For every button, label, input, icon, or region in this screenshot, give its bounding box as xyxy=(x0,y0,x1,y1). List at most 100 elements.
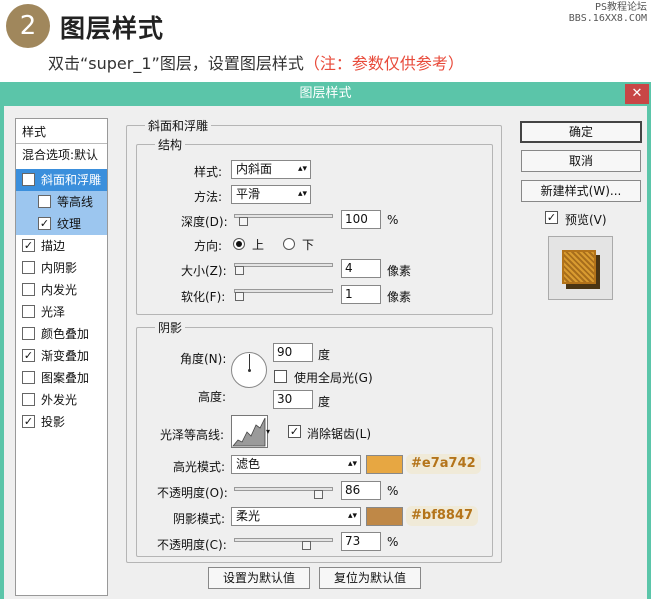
contour-dropdown-icon[interactable]: ▾ xyxy=(266,427,270,436)
style-item-color-overlay[interactable]: 颜色叠加 xyxy=(16,323,107,345)
style-item-outer-glow[interactable]: 外发光 xyxy=(16,389,107,411)
checkbox-unchecked[interactable] xyxy=(22,261,35,274)
checkbox-unchecked[interactable] xyxy=(22,371,35,384)
antialias-label: 消除锯齿(L) xyxy=(307,427,372,441)
structure-title: 结构 xyxy=(155,136,186,153)
style-item-label: 渐变叠加 xyxy=(41,349,90,363)
highlight-mode-label: 高光模式: xyxy=(173,460,226,474)
shadow-color-swatch[interactable] xyxy=(366,507,403,526)
style-item-label: 颜色叠加 xyxy=(41,327,90,341)
make-default-button[interactable]: 设置为默认值 xyxy=(208,567,310,589)
gloss-contour-label: 光泽等高线: xyxy=(160,428,225,442)
highlight-mode-dropdown[interactable]: 滤色 ▴▾ xyxy=(231,455,361,474)
altitude-unit: 度 xyxy=(318,395,331,409)
size-input[interactable]: 4 xyxy=(341,259,381,278)
checkbox-checked[interactable]: ✓ xyxy=(22,239,35,252)
close-button[interactable]: ✕ xyxy=(625,84,649,104)
style-dropdown[interactable]: 内斜面 ▴▾ xyxy=(231,160,311,179)
style-label: 样式: xyxy=(194,165,223,179)
shadow-opacity-unit: % xyxy=(387,535,399,549)
checkbox-unchecked[interactable] xyxy=(22,327,35,340)
shading-title: 阴影 xyxy=(155,319,186,336)
shadow-opacity-handle[interactable] xyxy=(302,541,311,550)
antialias-checkbox[interactable]: ✓ xyxy=(288,425,301,438)
styles-heading[interactable]: 样式 xyxy=(16,121,107,143)
style-item-bevel-emboss[interactable]: ✓ 斜面和浮雕 xyxy=(16,169,107,191)
angle-dial-needle xyxy=(249,354,250,370)
shadow-mode-dropdown[interactable]: 柔光 ▴▾ xyxy=(231,507,361,526)
checkbox-unchecked[interactable] xyxy=(38,195,51,208)
depth-slider-track[interactable] xyxy=(234,214,333,218)
highlight-hex-tag: #e7a742 xyxy=(406,454,481,474)
cancel-button[interactable]: 取消 xyxy=(521,150,641,172)
step-description-main: 双击“super_1”图层，设置图层样式 xyxy=(48,54,304,73)
checkbox-checked[interactable]: ✓ xyxy=(22,349,35,362)
highlight-opacity-input[interactable]: 86 xyxy=(341,481,381,500)
direction-label: 方向: xyxy=(194,239,223,253)
shadow-opacity-label: 不透明度(C): xyxy=(157,538,227,552)
step-description: 双击“super_1”图层，设置图层样式（注：参数仅供参考） xyxy=(48,50,464,74)
checkbox-unchecked[interactable] xyxy=(22,393,35,406)
style-item-label: 斜面和浮雕 xyxy=(41,173,102,187)
shadow-opacity-track[interactable] xyxy=(234,538,333,542)
size-slider-handle[interactable] xyxy=(235,266,244,275)
depth-input[interactable]: 100 xyxy=(341,210,381,229)
method-dropdown[interactable]: 平滑 ▴▾ xyxy=(231,185,311,204)
direction-up-radio[interactable] xyxy=(233,238,245,250)
checkbox-unchecked[interactable] xyxy=(22,305,35,318)
direction-down-radio[interactable] xyxy=(283,238,295,250)
depth-slider-handle[interactable] xyxy=(239,217,248,226)
global-light-checkbox[interactable] xyxy=(274,370,287,383)
style-item-label: 描边 xyxy=(41,239,66,253)
highlight-opacity-label: 不透明度(O): xyxy=(157,486,228,500)
checkbox-checked[interactable]: ✓ xyxy=(22,173,35,186)
style-item-texture[interactable]: ✓ 纹理 xyxy=(16,213,107,235)
angle-unit: 度 xyxy=(318,348,331,362)
checkbox-unchecked[interactable] xyxy=(22,283,35,296)
altitude-input[interactable]: 30 xyxy=(273,390,313,409)
size-unit: 像素 xyxy=(387,264,412,278)
reset-default-button[interactable]: 复位为默认值 xyxy=(319,567,421,589)
gloss-contour-preview[interactable] xyxy=(231,415,268,448)
highlight-color-swatch[interactable] xyxy=(366,455,403,474)
soften-unit: 像素 xyxy=(387,290,412,304)
soften-input[interactable]: 1 xyxy=(341,285,381,304)
style-item-contour[interactable]: 等高线 xyxy=(16,191,107,213)
style-item-label: 等高线 xyxy=(57,195,94,209)
style-item-label: 内阴影 xyxy=(41,261,78,275)
style-item-drop-shadow[interactable]: ✓ 投影 xyxy=(16,411,107,433)
soften-label: 软化(F): xyxy=(181,290,226,304)
style-item-gradient-overlay[interactable]: ✓ 渐变叠加 xyxy=(16,345,107,367)
new-style-button[interactable]: 新建样式(W)... xyxy=(521,180,641,202)
blend-options-item[interactable]: 混合选项:默认 xyxy=(16,144,107,166)
watermark-line-1: PS教程论坛 xyxy=(594,2,647,13)
preview-swatch xyxy=(562,250,596,284)
styles-list: 样式 混合选项:默认 ✓ 斜面和浮雕 等高线 ✓ 纹理 ✓ 描边 内阴影 内发光… xyxy=(15,118,108,596)
checkbox-checked[interactable]: ✓ xyxy=(22,415,35,428)
preview-checkbox[interactable]: ✓ xyxy=(545,211,558,224)
shadow-opacity-input[interactable]: 73 xyxy=(341,532,381,551)
shadow-mode-value: 柔光 xyxy=(236,509,261,523)
size-slider-track[interactable] xyxy=(234,263,333,267)
highlight-opacity-handle[interactable] xyxy=(314,490,323,499)
style-item-pattern-overlay[interactable]: 图案叠加 xyxy=(16,367,107,389)
soften-slider-handle[interactable] xyxy=(235,292,244,301)
angle-label: 角度(N): xyxy=(180,352,227,366)
highlight-mode-value: 滤色 xyxy=(236,457,261,471)
ok-button[interactable]: 确定 xyxy=(520,121,642,143)
soften-slider-track[interactable] xyxy=(234,289,333,293)
chevron-updown-icon: ▴▾ xyxy=(297,164,307,174)
angle-dial[interactable] xyxy=(231,352,267,388)
blend-options-label: 混合选项:默认 xyxy=(22,148,99,162)
style-item-inner-glow[interactable]: 内发光 xyxy=(16,279,107,301)
style-item-inner-shadow[interactable]: 内阴影 xyxy=(16,257,107,279)
checkbox-checked[interactable]: ✓ xyxy=(38,217,51,230)
style-dropdown-value: 内斜面 xyxy=(236,162,273,176)
preview-label: 预览(V) xyxy=(565,213,607,227)
style-item-satin[interactable]: 光泽 xyxy=(16,301,107,323)
dialog-titlebar[interactable]: 图层样式 xyxy=(0,82,651,106)
altitude-label: 高度: xyxy=(198,390,227,404)
style-item-stroke[interactable]: ✓ 描边 xyxy=(16,235,107,257)
direction-down-label: 下 xyxy=(302,238,315,252)
angle-input[interactable]: 90 xyxy=(273,343,313,362)
